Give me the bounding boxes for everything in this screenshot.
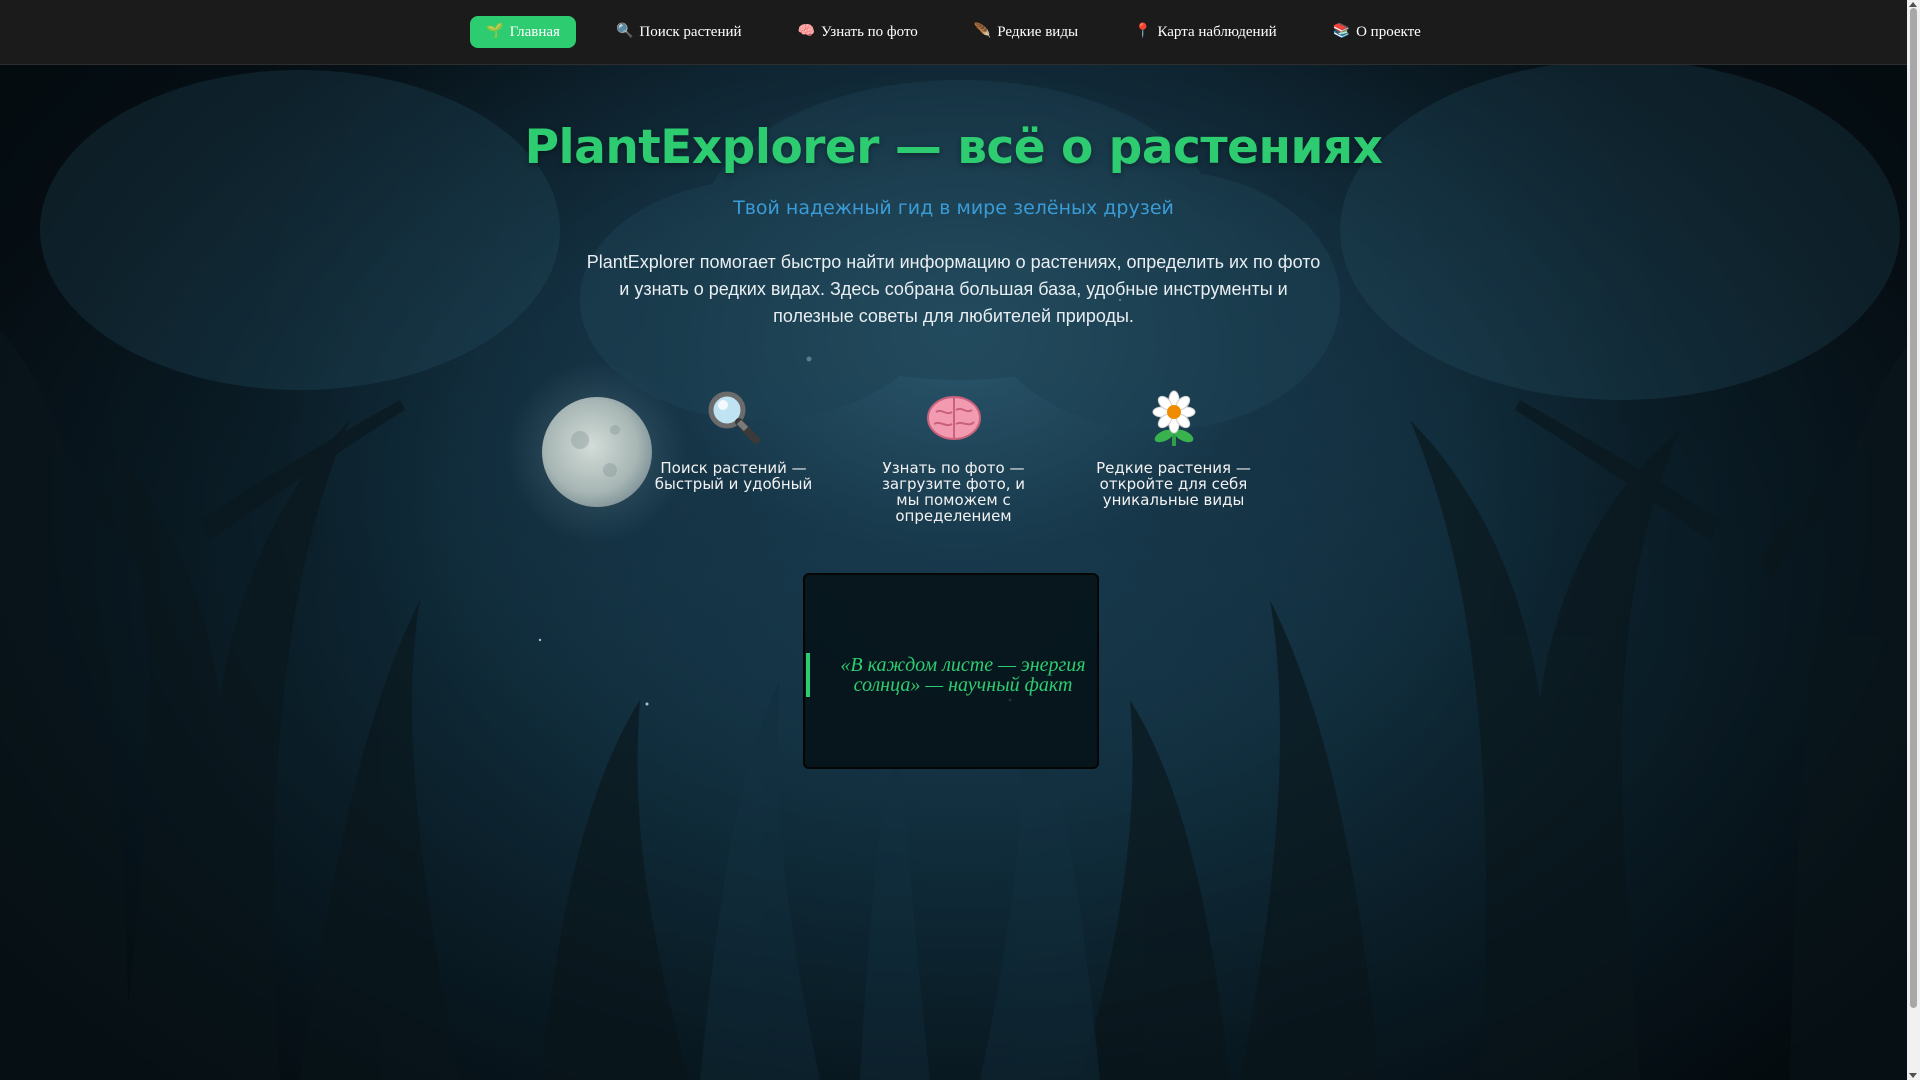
nav-item-label: О проекте: [1356, 23, 1421, 40]
hero-section: PlantExplorer — всё о растениях Твой над…: [0, 64, 1907, 330]
features-row: Поиск растений — быстрый и удобный Узнат…: [0, 388, 1907, 524]
scroll-down-arrow-icon[interactable]: [1909, 1073, 1917, 1078]
brain-icon: [926, 396, 981, 440]
nav-item-label: Узнать по фото: [820, 23, 918, 40]
intro-description: PlantExplorer помогает быстро найти инфо…: [586, 252, 1321, 326]
pin-icon: 📍: [1134, 24, 1152, 39]
search-icon: 🔍: [615, 24, 634, 39]
brain-icon: 🧠: [797, 24, 815, 39]
vertical-scrollbar[interactable]: [1907, 0, 1920, 1080]
quote-text: «В каждом листе — энергия солнца» — науч…: [806, 653, 1096, 697]
page-title: PlantExplorer — всё о растениях: [524, 120, 1383, 175]
feature-photo-id-text: Узнать по фото — загрузите фото, и мы по…: [881, 459, 1026, 525]
top-navbar: 🌱 Главная 🔍 Поиск растений 🧠 Узнать по ф…: [0, 0, 1907, 65]
scroll-up-arrow-icon[interactable]: [1909, 2, 1917, 7]
page: 🌱 Главная 🔍 Поиск растений 🧠 Узнать по ф…: [0, 0, 1920, 1080]
nav-item-home[interactable]: 🌱 Главная: [470, 16, 576, 48]
nav-item-label: Редкие виды: [997, 23, 1079, 40]
feather-icon: 🪶: [973, 24, 992, 39]
nav-item-label: Карта наблюдений: [1157, 23, 1277, 40]
flower-icon: [1152, 390, 1195, 446]
nav-item-map[interactable]: 📍 Карта наблюдений: [1118, 16, 1293, 48]
nav-item-search[interactable]: 🔍 Поиск растений: [600, 16, 758, 48]
nav-item-photo-id[interactable]: 🧠 Узнать по фото: [782, 16, 934, 48]
feature-search[interactable]: Поиск растений — быстрый и удобный: [654, 388, 814, 524]
feature-search-text: Поиск растений — быстрый и удобный: [654, 459, 813, 493]
feature-rare-plants[interactable]: Редкие растения — откройте для себя уник…: [1094, 388, 1254, 524]
nav-item-label: Поиск растений: [639, 23, 742, 40]
feature-photo-id[interactable]: Узнать по фото — загрузите фото, и мы по…: [874, 388, 1034, 524]
books-icon: 📚: [1332, 24, 1351, 39]
sprout-icon: 🌱: [486, 24, 504, 39]
scroll-thumb[interactable]: [1910, 8, 1917, 1008]
magnifier-icon: [708, 391, 760, 444]
page-subtitle: Твой надежный гид в мире зелёных друзей: [733, 197, 1174, 219]
nav-item-about[interactable]: 📚 О проекте: [1317, 16, 1437, 48]
feature-rare-plants-text: Редкие растения — откройте для себя уник…: [1096, 459, 1251, 509]
nav-item-label: Главная: [509, 23, 560, 40]
quote-card: «В каждом листе — энергия солнца» — науч…: [803, 573, 1099, 769]
nav-item-rare-species[interactable]: 🪶 Редкие виды: [958, 16, 1094, 48]
